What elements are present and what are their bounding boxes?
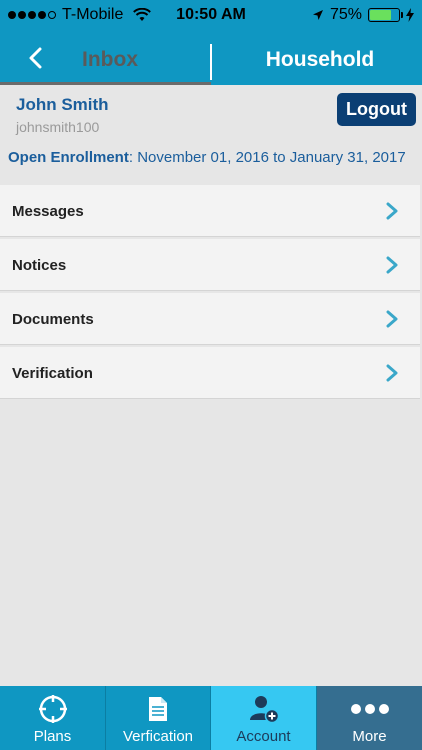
menu-item-label: Verification <box>12 365 93 382</box>
open-enrollment-period: Open Enrollment: November 01, 2016 to Ja… <box>8 149 406 166</box>
back-chevron-icon[interactable] <box>26 46 46 70</box>
chevron-right-icon <box>386 202 398 220</box>
tab-account[interactable]: Account <box>210 686 316 750</box>
more-dots-icon <box>350 704 389 714</box>
menu-item-notices[interactable]: Notices <box>0 239 420 291</box>
battery-icon <box>368 8 403 22</box>
user-name: John Smith <box>16 95 109 114</box>
tab-label: Account <box>236 728 291 745</box>
username: johnsmith100 <box>16 119 100 135</box>
battery-percent: 75% <box>329 6 362 23</box>
menu-list: Messages Notices Documents Verification <box>0 185 422 401</box>
enrollment-separator: : <box>128 149 138 166</box>
charging-bolt-icon <box>406 8 414 22</box>
tab-household[interactable]: Household <box>220 48 420 72</box>
tab-inbox-container[interactable]: Inbox <box>0 30 211 82</box>
menu-item-label: Notices <box>12 257 67 274</box>
menu-item-label: Documents <box>12 311 94 328</box>
enrollment-dates: November 01, 2016 to January 31, 2017 <box>137 149 406 166</box>
tab-label: Verfication <box>122 728 194 745</box>
menu-item-messages[interactable]: Messages <box>0 185 420 237</box>
location-arrow-icon <box>312 10 323 20</box>
tab-label: Plans <box>33 728 72 745</box>
tab-verfication[interactable]: Verfication <box>105 686 210 750</box>
status-right: 75% <box>312 6 414 24</box>
status-bar: T-Mobile 10:50 AM 75% <box>0 0 422 30</box>
tab-inbox[interactable]: Inbox <box>60 48 160 72</box>
tab-more[interactable]: More <box>316 686 422 750</box>
logout-button[interactable]: Logout <box>337 93 416 126</box>
document-icon <box>149 697 167 721</box>
enrollment-label: Open Enrollment <box>8 149 129 166</box>
tab-label: More <box>352 728 387 745</box>
nav-header: Inbox Household <box>0 30 422 85</box>
add-user-icon <box>249 696 279 724</box>
bottom-tab-bar: Plans Verfication Account More <box>0 686 422 750</box>
chevron-right-icon <box>386 364 398 382</box>
menu-item-verification[interactable]: Verification <box>0 347 420 399</box>
user-info: John Smith johnsmith100 Logout Open Enro… <box>0 85 422 185</box>
battery-level-fill <box>370 10 391 20</box>
nav-divider <box>210 44 212 80</box>
chevron-right-icon <box>386 256 398 274</box>
crosshair-icon <box>38 695 67 723</box>
menu-item-documents[interactable]: Documents <box>0 293 420 345</box>
tab-plans[interactable]: Plans <box>0 686 105 750</box>
chevron-right-icon <box>386 310 398 328</box>
menu-item-label: Messages <box>12 203 84 220</box>
